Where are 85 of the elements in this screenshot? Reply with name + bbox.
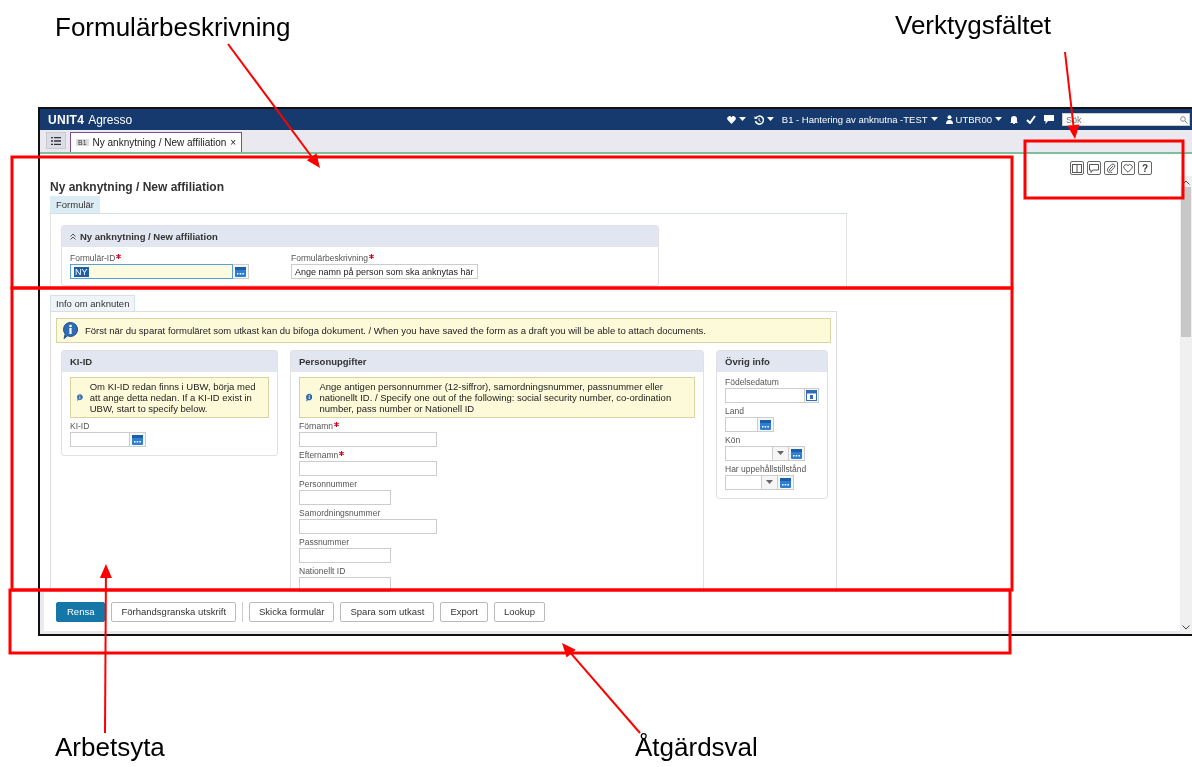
- caret-icon: [738, 117, 746, 122]
- note-text: Ange antigen personnummer (12-siffror), samordningsnummer, passnummer eller nationellt ID. / Specify one out of the following: social security number, co-ordination number, pass number or Nationell ID: [319, 381, 673, 414]
- page-title: Ny anknytning / New affiliation: [50, 180, 226, 194]
- text-field[interactable]: [725, 417, 758, 432]
- field-label: Födelsedatum: [725, 377, 779, 387]
- text-field[interactable]: [299, 519, 437, 534]
- action-button[interactable]: Förhandsgranska utskrift: [111, 601, 236, 622]
- scroll-up-icon[interactable]: [1182, 180, 1190, 185]
- text-field[interactable]: [299, 490, 391, 505]
- field-label: Formulärbeskrivning: [291, 253, 368, 263]
- caret-icon: [766, 117, 774, 122]
- field-label: Passnummer: [299, 537, 350, 547]
- scrollbar[interactable]: [1180, 176, 1192, 634]
- close-button[interactable]: ×: [230, 137, 237, 148]
- lookup-button[interactable]: [789, 446, 805, 461]
- scroll-down-icon[interactable]: [1182, 625, 1190, 630]
- panel-header: Personupgifter: [291, 351, 703, 372]
- note-text: Om KI-ID redan finns i UBW, börja med att ange detta nedan. If a KI-ID exist in UBW, start to specify below.: [89, 381, 257, 414]
- bell-icon[interactable]: [1010, 115, 1018, 124]
- field-label: KI-ID: [70, 421, 90, 431]
- text-field[interactable]: [725, 475, 762, 490]
- caret-icon: [995, 117, 1002, 122]
- brand-logo: UNIT4: [48, 112, 85, 127]
- menu-icon: [51, 136, 61, 145]
- field-label: Personnummer: [299, 479, 358, 489]
- form-tab[interactable]: Info om anknuten: [50, 295, 136, 311]
- help-button[interactable]: ?: [1138, 161, 1152, 175]
- dropdown-button[interactable]: [773, 446, 789, 461]
- context-menu[interactable]: B1 - Hantering av anknutna -TEST: [781, 114, 938, 125]
- text-field[interactable]: [299, 432, 437, 447]
- check-icon[interactable]: [1026, 115, 1036, 124]
- panel-header: KI-ID: [62, 351, 277, 372]
- tab-label: Ny anknytning / New affiliation: [92, 137, 227, 148]
- date-picker-button[interactable]: [805, 388, 819, 403]
- callout-label: Formulärbeskrivning: [55, 12, 291, 43]
- lookup-button[interactable]: [233, 264, 249, 279]
- callout-label: Arbetsyta: [55, 732, 165, 763]
- text-field[interactable]: NY: [70, 264, 233, 279]
- field-label: Kön: [725, 435, 741, 445]
- favorites-menu[interactable]: [726, 115, 746, 124]
- user-menu[interactable]: UTBR00: [945, 114, 1002, 125]
- section-title: Ny anknytning / New affiliation: [80, 231, 218, 242]
- caret-icon: [930, 117, 938, 122]
- lookup-button[interactable]: [758, 417, 774, 432]
- caret-icon: [777, 451, 784, 456]
- text-field[interactable]: Ange namn på person som ska anknytas här: [291, 264, 478, 279]
- field-label: Nationellt ID: [299, 566, 346, 576]
- paperclip-icon[interactable]: [1104, 161, 1118, 175]
- history-menu[interactable]: [753, 114, 774, 125]
- field-label: Efternamn: [299, 450, 339, 460]
- history-icon: [753, 114, 764, 125]
- panel-icon[interactable]: [1070, 161, 1084, 175]
- note-text: Först när du sparat formuläret som utkast kan du bifoga dokument. / When you have saved the form as a draft you will be able to attach documents.: [85, 325, 706, 336]
- comment-icon[interactable]: [1087, 161, 1101, 175]
- field-label: Har uppehållstillstånd: [725, 464, 807, 474]
- text-field[interactable]: [725, 446, 773, 461]
- info-icon: [63, 322, 78, 339]
- heart-icon: [726, 115, 736, 124]
- text-field[interactable]: [299, 461, 437, 476]
- menu-button[interactable]: [46, 132, 66, 149]
- dropdown-button[interactable]: [762, 475, 778, 490]
- action-button[interactable]: Rensa: [56, 601, 106, 622]
- collapse-icon[interactable]: [70, 233, 76, 240]
- action-button[interactable]: Skicka formulär: [249, 601, 335, 622]
- product-name: Agresso: [88, 112, 133, 127]
- action-button[interactable]: Spara som utkast: [340, 601, 435, 622]
- field-label: Samordningsnummer: [299, 508, 381, 518]
- callout-label: Åtgärdsval: [635, 732, 758, 763]
- field-label: Förnamn: [299, 421, 333, 431]
- text-field[interactable]: [725, 388, 805, 403]
- lookup-button[interactable]: [778, 475, 794, 490]
- action-button[interactable]: Lookup: [493, 601, 546, 622]
- heart-icon[interactable]: [1121, 161, 1135, 175]
- action-button[interactable]: Export: [440, 601, 488, 622]
- callout-label: Verktygsfältet: [895, 10, 1052, 41]
- field-label: Formulär-ID: [70, 253, 116, 263]
- panel-header: Övrig info: [717, 351, 827, 372]
- text-field[interactable]: [70, 432, 130, 447]
- form-tab[interactable]: Formulär: [50, 196, 100, 213]
- chat-icon[interactable]: [1044, 115, 1054, 124]
- caret-icon: [766, 480, 773, 485]
- lookup-button[interactable]: [130, 432, 146, 447]
- user-icon: [945, 115, 953, 124]
- text-field[interactable]: [299, 548, 391, 563]
- field-label: Land: [725, 406, 744, 416]
